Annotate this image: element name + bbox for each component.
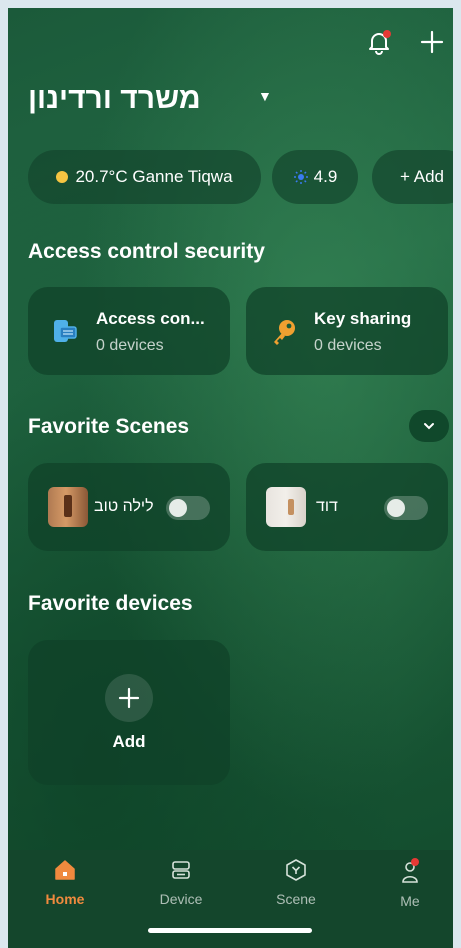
scene-thumbnail xyxy=(266,487,306,527)
tab-device[interactable]: Device xyxy=(141,858,221,907)
bottom-tab-bar: Home Device Scene Me xyxy=(8,850,453,948)
key-card-subtitle: 0 devices xyxy=(314,337,382,354)
access-card-subtitle: 0 devices xyxy=(96,337,164,354)
tab-me[interactable]: Me xyxy=(370,858,450,909)
scene-card-boiler[interactable]: דוד xyxy=(246,463,448,551)
home-indicator[interactable] xyxy=(148,928,312,933)
tab-label: Device xyxy=(159,891,203,907)
bell-icon xyxy=(369,30,391,55)
air-quality-chip[interactable]: 4.9 xyxy=(272,150,358,204)
devices-section-title: Favorite devices xyxy=(28,592,193,615)
user-icon xyxy=(402,858,419,883)
access-section-title: Access control security xyxy=(28,240,265,263)
toggle-knob xyxy=(169,499,187,517)
scenes-expand-button[interactable] xyxy=(409,410,449,442)
add-device-button[interactable] xyxy=(105,674,153,722)
tab-scene[interactable]: Scene xyxy=(256,858,336,907)
scenes-section-title: Favorite Scenes xyxy=(28,415,190,438)
add-device-card[interactable]: Add xyxy=(28,640,230,785)
uv-icon xyxy=(293,170,308,184)
access-control-card[interactable]: Access con... 0 devices xyxy=(28,287,230,375)
weather-chip[interactable]: 20.7°C Ganne Tiqwa xyxy=(28,150,261,204)
tab-label: Me xyxy=(400,893,420,909)
app-screen: משרד ורדינון ▼ 20.7°C Ganne Tiqwa 4.9 + … xyxy=(8,8,453,948)
key-icon xyxy=(274,320,295,345)
scene-icon xyxy=(286,859,306,881)
home-selector[interactable]: משרד ורדינון ▼ xyxy=(28,82,433,126)
scene-thumbnail xyxy=(48,487,88,527)
tab-label: Home xyxy=(45,891,85,907)
weather-text: 20.7°C Ganne Tiqwa xyxy=(75,167,233,186)
access-card-icon xyxy=(54,320,77,342)
air-quality-text: 4.9 xyxy=(313,167,338,186)
add-device-label: Add xyxy=(112,732,146,751)
key-sharing-card[interactable]: Key sharing 0 devices xyxy=(246,287,448,375)
plus-icon xyxy=(118,687,140,709)
key-card-title: Key sharing xyxy=(314,309,412,328)
tab-label: Scene xyxy=(276,891,316,907)
access-card-title: Access con... xyxy=(96,309,205,328)
chevron-down-icon xyxy=(424,423,434,430)
caret-down-icon: ▼ xyxy=(258,88,272,104)
notification-button[interactable] xyxy=(365,28,393,56)
scene-label: דוד xyxy=(316,498,338,515)
toggle-knob xyxy=(387,499,405,517)
home-name: משרד ורדינון xyxy=(28,82,201,115)
tab-home[interactable]: Home xyxy=(25,858,105,907)
scene-label: לילה טוב xyxy=(94,498,154,515)
sun-icon xyxy=(56,171,69,183)
plus-icon xyxy=(420,30,444,54)
scene-toggle[interactable] xyxy=(384,496,428,520)
add-chip-button[interactable]: + Add xyxy=(372,150,453,204)
add-chip-label: + Add xyxy=(400,167,444,186)
device-icon xyxy=(172,861,190,879)
add-home-button[interactable] xyxy=(418,28,446,56)
home-icon xyxy=(55,860,75,880)
scene-card-good-night[interactable]: לילה טוב xyxy=(28,463,230,551)
scene-toggle[interactable] xyxy=(166,496,210,520)
